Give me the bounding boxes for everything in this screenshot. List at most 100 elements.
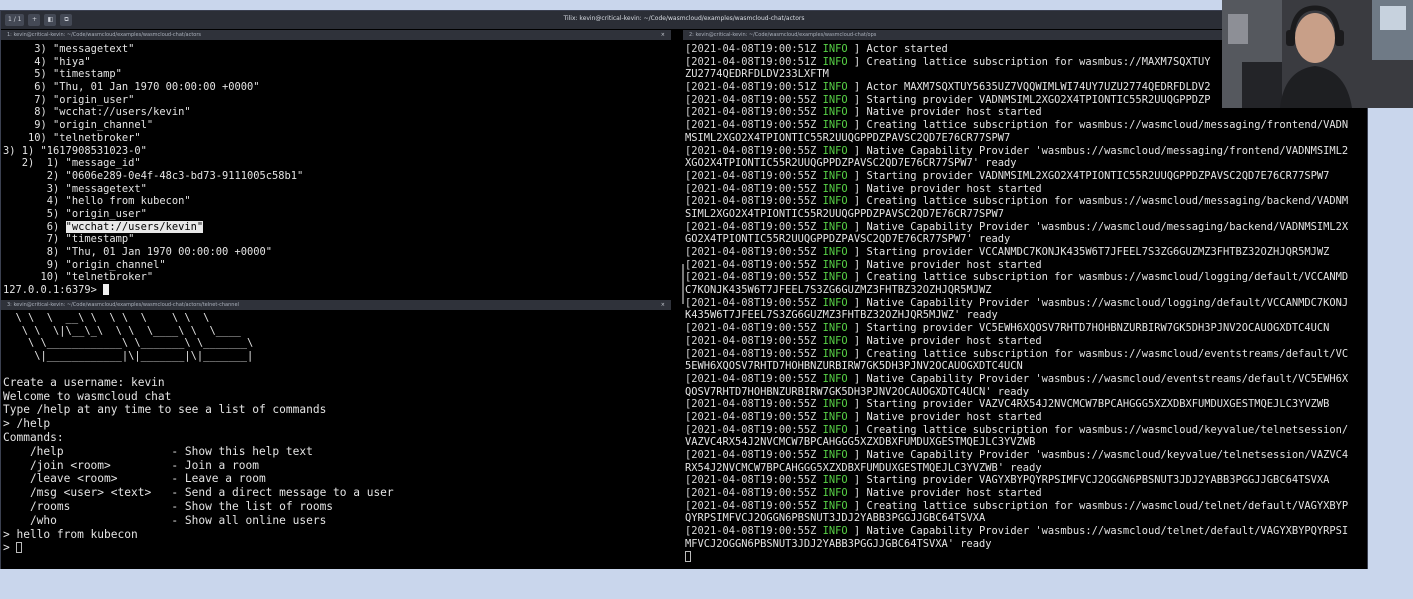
log-timestamp: [2021-04-08T19:00:55Z [685, 144, 823, 157]
log-timestamp: [2021-04-08T19:00:51Z [685, 81, 823, 94]
log-level: INFO [822, 106, 848, 119]
log-line: [2021-04-08T19:00:55Z INFO ] Native Capa… [685, 449, 1366, 462]
host-log-output: [2021-04-08T19:00:51Z INFO ] Actor start… [685, 43, 1366, 551]
chat-line: /help - Show this help text [3, 444, 313, 458]
redis-prompt: 127.0.0.1:6379> [3, 284, 104, 297]
log-level: INFO [822, 372, 848, 385]
redis-line: 7) "timestamp" [3, 233, 135, 246]
log-line: [2021-04-08T19:00:55Z INFO ] Starting pr… [685, 398, 1366, 411]
log-line: [2021-04-08T19:00:55Z INFO ] Starting pr… [685, 474, 1366, 487]
log-level: INFO [822, 81, 848, 94]
chat-line: /msg <user> <text> - Send a direct messa… [3, 486, 394, 500]
terminal-cursor [16, 542, 23, 554]
log-message: ] Native provider host started [847, 334, 1042, 347]
redis-line-prefix: 6) [3, 220, 66, 233]
log-line: C7KONJK435W6T7JFEEL7S3ZG6GUZMZ3FHTBZ32OZ… [685, 284, 1366, 297]
log-message: MSIML2XGO2X4TPIONTIC55R2UUQGPPDZPAVSC2QD… [685, 131, 1011, 144]
log-line: [2021-04-08T19:00:55Z INFO ] Native prov… [685, 487, 1366, 500]
log-line: [2021-04-08T19:00:55Z INFO ] Creating la… [685, 195, 1366, 208]
log-line: [2021-04-08T19:00:55Z INFO ] Starting pr… [685, 246, 1366, 259]
log-line: [2021-04-08T19:00:55Z INFO ] Creating la… [685, 424, 1366, 437]
ascii-art-line: \ \____________\ \_______\ \_______\ [3, 337, 254, 350]
pane-header-redis[interactable]: 1: kevin@critical-kevin: ~/Code/wasmclou… [1, 30, 671, 40]
log-line: MFVCJ2OGGN6PBSNUT3JDJ2YABB3PGGJJGBC64TSV… [685, 538, 1366, 551]
log-message: ZU2774QEDRFDLDV233LXFTM [685, 68, 829, 81]
pane-header-chat[interactable]: 3: kevin@critical-kevin: ~/Code/wasmclou… [1, 300, 671, 310]
redis-terminal-pane[interactable]: 3) "messagetext" 4) "hiya" 5) "timestamp… [3, 43, 671, 299]
redis-line: 9) "origin_channel" [3, 258, 166, 271]
window-title: Tilix: kevin@critical-kevin: ~/Code/wasm… [563, 15, 805, 22]
log-timestamp: [2021-04-08T19:00:55Z [685, 182, 823, 195]
log-message: ] Starting provider VAZVC4RX54J2NVCMCW7B… [847, 398, 1330, 411]
log-timestamp: [2021-04-08T19:00:55Z [685, 334, 823, 347]
log-timestamp: [2021-04-08T19:00:55Z [685, 93, 823, 106]
redis-line: 7) "origin_user" [3, 93, 135, 106]
log-level: INFO [822, 169, 848, 182]
log-level: INFO [822, 43, 848, 55]
chat-line: Commands: [3, 430, 64, 444]
log-message: ] Native provider host started [847, 487, 1042, 500]
chat-terminal-pane[interactable]: \ \ \ __\ \ \ \ \ \ \ \ \ \ \|\__\_\ \ \… [3, 312, 671, 568]
log-message: ] Creating lattice subscription for wasm… [847, 347, 1349, 360]
log-line: [2021-04-08T19:00:55Z INFO ] Starting pr… [685, 322, 1366, 335]
log-level: INFO [822, 322, 848, 335]
log-message: MFVCJ2OGGN6PBSNUT3JDJ2YABB3PGGJJGBC64TSV… [685, 537, 992, 550]
log-line: 5EWH6XQOSV7RHTD7HOHBNZURBIRW7GK5DH3PJNV2… [685, 360, 1366, 373]
chat-line: Type /help at any time to see a list of … [3, 403, 327, 417]
redis-line: 2) 1) "message_id" [3, 157, 141, 170]
log-timestamp: [2021-04-08T19:00:55Z [685, 220, 823, 233]
log-level: INFO [822, 195, 848, 208]
redis-line: 6) "Thu, 01 Jan 1970 00:00:00 +0000" [3, 81, 260, 94]
log-level: INFO [822, 144, 848, 157]
log-message: ] Creating lattice subscription for wasm… [847, 499, 1349, 512]
log-timestamp: [2021-04-08T19:00:55Z [685, 195, 823, 208]
log-timestamp: [2021-04-08T19:00:55Z [685, 246, 823, 258]
log-level: INFO [822, 499, 848, 512]
log-level: INFO [822, 93, 848, 106]
redis-line: 8) "Thu, 01 Jan 1970 00:00:00 +0000" [3, 246, 272, 258]
terminal-cursor [103, 284, 110, 296]
log-message: ] Native provider host started [847, 410, 1042, 423]
terminal-cursor [685, 550, 691, 562]
redis-line: 9) "origin_channel" [3, 119, 154, 132]
redis-prompt-line[interactable]: 127.0.0.1:6379> [3, 284, 671, 297]
log-message: ] Actor MAXM7SQXTUY5635UZ7VQQWIMLWI74UY7… [847, 81, 1211, 94]
log-level: INFO [822, 258, 848, 271]
log-level: INFO [822, 220, 848, 233]
log-message: SIML2XGO2X4TPIONTIC55R2UUQGPPDZPAVSC2QD7… [685, 207, 1005, 220]
log-line: RX54J2NVCMCW7BPCAHGGG5XZXDBXFUMDUXGESTMQ… [685, 462, 1366, 475]
chat-line: Welcome to wasmcloud chat [3, 389, 172, 403]
redis-line: 2) "0606e289-0e4f-48c3-bd73-9111005c58b1… [3, 169, 304, 182]
log-timestamp: [2021-04-08T19:00:55Z [685, 296, 823, 309]
close-icon[interactable]: × [661, 300, 665, 310]
redis-line: 3) 1) "1617908531023-0" [3, 144, 147, 157]
ascii-art-line: \ \ \|\__\_\ \ \ \____\ \ \____ [3, 324, 241, 337]
selected-text[interactable]: "wcchat://users/kevin" [65, 220, 204, 233]
log-message: GO2X4TPIONTIC55R2UUQGPPDZPAVSC2QD7E76CR7… [685, 233, 1011, 246]
log-line: [2021-04-08T19:00:55Z INFO ] Native prov… [685, 259, 1366, 272]
log-timestamp: [2021-04-08T19:00:55Z [685, 169, 823, 182]
log-line: VAZVC4RX54J2NVCMCW7BPCAHGGG5XZXDBXFUMDUX… [685, 436, 1366, 449]
redis-line: 8) "wcchat://users/kevin" [3, 106, 191, 119]
log-message: K435W6T7JFEEL7S3ZG6GUZMZ3FHTBZ32OZHJQR5M… [685, 309, 998, 322]
log-timestamp: [2021-04-08T19:00:55Z [685, 106, 823, 119]
log-line: [2021-04-08T19:00:55Z INFO ] Native Capa… [685, 221, 1366, 234]
close-icon[interactable]: × [661, 30, 665, 40]
chat-prompt-line[interactable]: > [3, 541, 671, 555]
log-timestamp: [2021-04-08T19:00:55Z [685, 347, 823, 360]
titlebar: 1 / 1 + ◧ ⧉ Tilix: kevin@critical-kevin:… [1, 11, 1367, 29]
log-level: INFO [822, 474, 848, 487]
log-line: GO2X4TPIONTIC55R2UUQGPPDZPAVSC2QD7E76CR7… [685, 233, 1366, 246]
log-timestamp: [2021-04-08T19:00:55Z [685, 525, 823, 538]
log-message: ] Native Capability Provider 'wasmbus://… [847, 144, 1349, 157]
chat-line: > hello from kubecon [3, 527, 138, 541]
log-message: ] Starting provider VADNMSIML2XGO2X4TPIO… [847, 169, 1330, 182]
log-timestamp: [2021-04-08T19:00:55Z [685, 258, 823, 271]
log-line: [2021-04-08T19:00:55Z INFO ] Starting pr… [685, 170, 1366, 183]
log-message: ] Native Capability Provider 'wasmbus://… [847, 372, 1349, 385]
ascii-art-line: \ \ \ __\ \ \ \ \ \ \ \ [3, 312, 210, 324]
desktop-background [0, 569, 1413, 599]
log-terminal-pane[interactable]: [2021-04-08T19:00:51Z INFO ] Actor start… [685, 43, 1366, 568]
pane-splitter[interactable] [682, 264, 684, 304]
log-prompt-line[interactable] [685, 550, 1366, 564]
